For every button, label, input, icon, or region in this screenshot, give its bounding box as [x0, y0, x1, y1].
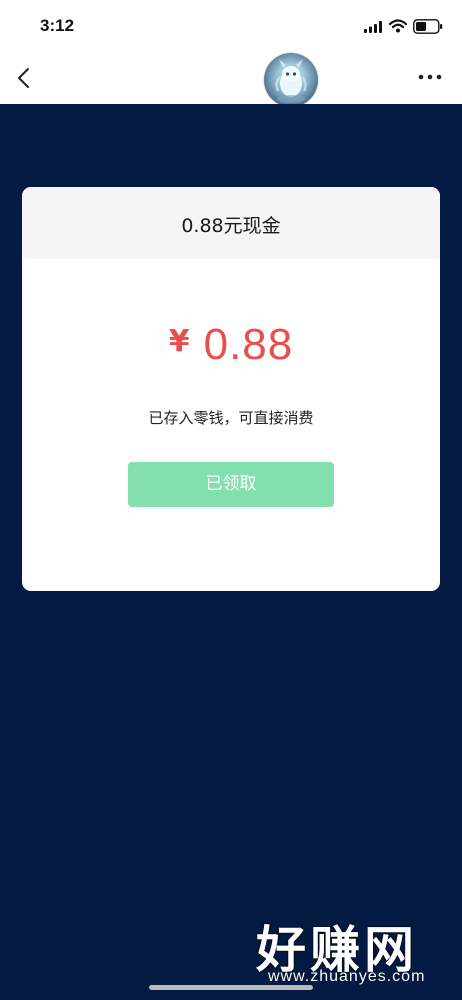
- status-bar: 3:12: [0, 0, 462, 52]
- card-header: 0.88元现金: [22, 187, 440, 259]
- watermark: 好赚网 www.zhuanyes.com: [250, 910, 455, 990]
- claimed-button[interactable]: 已领取: [128, 462, 334, 507]
- amount-display: ¥0.88: [22, 320, 440, 370]
- home-indicator[interactable]: [149, 985, 313, 990]
- currency-symbol: ¥: [168, 324, 190, 359]
- status-time: 3:12: [40, 16, 75, 35]
- deposit-note: 已存入零钱，可直接消费: [148, 409, 314, 427]
- amount-value: 0.88: [203, 320, 294, 369]
- battery-icon: [413, 19, 443, 34]
- chevron-left-icon[interactable]: [12, 64, 38, 92]
- signal-icon: [364, 21, 382, 33]
- avatar[interactable]: [264, 53, 318, 107]
- nav-bar: [0, 52, 462, 107]
- card-title: 0.88元现金: [181, 215, 281, 237]
- dragon-avatar-icon: [275, 59, 307, 103]
- watermark-url: www.zhuanyes.com: [268, 968, 426, 985]
- red-packet-card: 0.88元现金 ¥0.88 已存入零钱，可直接消费 已领取: [22, 187, 440, 591]
- wifi-icon: [389, 19, 407, 33]
- more-horizontal-icon[interactable]: [416, 67, 444, 87]
